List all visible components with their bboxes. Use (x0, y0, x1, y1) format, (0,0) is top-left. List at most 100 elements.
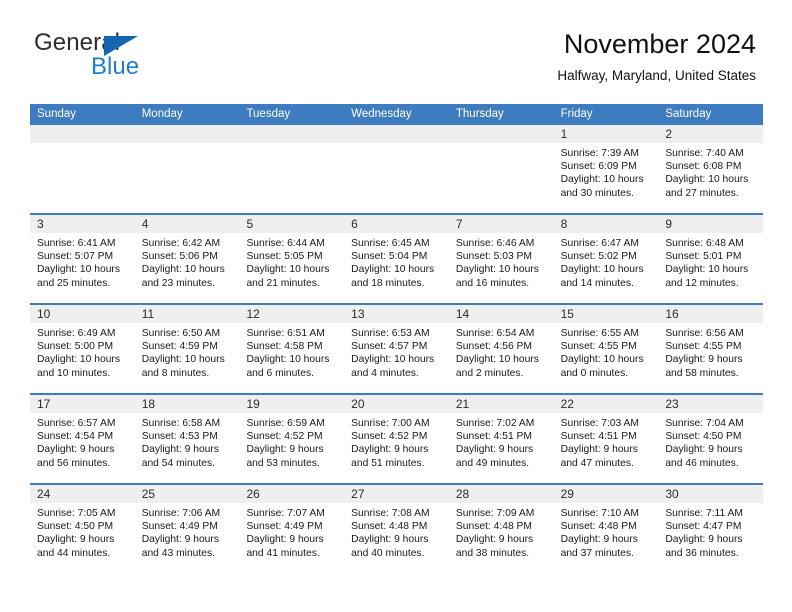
day-cell[interactable]: 22 Sunrise: 7:03 AM Sunset: 4:51 PM Dayligh… (553, 395, 659, 483)
day-detail-line: Daylight: 9 hours (351, 534, 429, 546)
day-cell[interactable]: 9 Sunrise: 6:48 AM Sunset: 5:01 PM Daylight… (658, 215, 764, 303)
day-cell[interactable]: 24 Sunrise: 7:05 AM Sunset: 4:50 PM Dayligh… (30, 485, 135, 573)
day-number: 3 (37, 217, 44, 231)
day-detail-line: Sunrise: 7:40 AM (665, 148, 744, 159)
calendar-week-row: 10 Sunrise: 6:49 AM Sunset: 5:00 PM Dayligh… (30, 303, 764, 393)
day-number: 27 (351, 487, 365, 501)
day-detail-line: Daylight: 9 hours (560, 534, 638, 546)
day-detail-line: Sunrise: 6:41 AM (37, 238, 116, 249)
day-number: 16 (665, 307, 679, 321)
day-details: Sunrise: 6:46 AM Sunset: 5:03 PM Daylight:… (449, 233, 554, 290)
day-cell[interactable]: 3 Sunrise: 6:41 AM Sunset: 5:07 PM Daylight… (30, 215, 135, 303)
day-cell[interactable]: 13 Sunrise: 6:53 AM Sunset: 4:57 PM Dayligh… (344, 305, 449, 393)
day-detail-line: and 14 minutes. (560, 277, 634, 289)
day-detail-line: Daylight: 10 hours (455, 264, 539, 276)
day-detail-line: and 46 minutes. (665, 457, 739, 469)
calendar-grid: Sunday Monday Tuesday Wednesday Thursday Frid… (30, 104, 764, 573)
day-number: 26 (246, 487, 260, 501)
day-detail-line: and 44 minutes. (37, 547, 111, 559)
day-cell[interactable]: 14 Sunrise: 6:54 AM Sunset: 4:56 PM Dayligh… (448, 305, 554, 393)
day-cell[interactable]: 7 Sunrise: 6:46 AM Sunset: 5:03 PM Daylight… (448, 215, 554, 303)
calendar-week-row: 3 Sunrise: 6:41 AM Sunset: 5:07 PM Daylight… (30, 213, 764, 303)
day-details: Sunrise: 6:53 AM Sunset: 4:57 PM Daylight:… (344, 323, 449, 380)
day-detail-line: Daylight: 10 hours (141, 264, 225, 276)
day-cell[interactable]: 17 Sunrise: 6:57 AM Sunset: 4:54 PM Dayligh… (30, 395, 135, 483)
day-detail-line: and 21 minutes. (246, 277, 320, 289)
weekday-header-thursday: Thursday (455, 108, 504, 120)
day-cell[interactable]: 4 Sunrise: 6:42 AM Sunset: 5:06 PM Daylight… (134, 215, 240, 303)
day-cell[interactable]: 25 Sunrise: 7:06 AM Sunset: 4:49 PM Dayligh… (134, 485, 240, 573)
day-number-band (344, 125, 449, 143)
day-details: Sunrise: 6:47 AM Sunset: 5:02 PM Daylight:… (554, 233, 659, 290)
day-detail-line: Daylight: 10 hours (37, 354, 120, 366)
day-cell[interactable]: 1 Sunrise: 7:39 AM Sunset: 6:09 PM Daylight… (553, 125, 659, 213)
day-cell[interactable]: 10 Sunrise: 6:49 AM Sunset: 5:00 PM Dayligh… (30, 305, 135, 393)
day-cell[interactable]: 8 Sunrise: 6:47 AM Sunset: 5:02 PM Daylight… (553, 215, 659, 303)
day-detail-line: and 43 minutes. (141, 547, 215, 559)
day-detail-line: and 47 minutes. (560, 457, 634, 469)
day-number-band: 24 (30, 485, 135, 503)
day-cell[interactable]: 6 Sunrise: 6:45 AM Sunset: 5:04 PM Daylight… (344, 215, 449, 303)
day-number: 23 (665, 397, 679, 411)
day-cell[interactable]: 26 Sunrise: 7:07 AM Sunset: 4:49 PM Dayligh… (239, 485, 345, 573)
day-detail-line: Sunset: 4:57 PM (351, 341, 428, 353)
day-detail-line: Daylight: 10 hours (351, 264, 435, 276)
day-details: Sunrise: 7:02 AM Sunset: 4:51 PM Daylight:… (449, 413, 554, 470)
day-number: 18 (141, 397, 156, 411)
day-cell[interactable]: 18 Sunrise: 6:58 AM Sunset: 4:53 PM Dayligh… (134, 395, 240, 483)
day-number-band: 12 (239, 305, 345, 323)
day-detail-line: Sunset: 4:53 PM (141, 431, 218, 443)
day-detail-line: Sunset: 4:50 PM (665, 431, 742, 443)
day-cell[interactable]: 2 Sunrise: 7:40 AM Sunset: 6:08 PM Daylight… (658, 125, 764, 213)
day-number-band (134, 125, 240, 143)
day-detail-line: Sunrise: 6:59 AM (246, 418, 325, 429)
weekday-header-sunday: Sunday (37, 108, 77, 120)
day-detail-line: and 4 minutes. (351, 367, 419, 379)
day-cell[interactable]: 27 Sunrise: 7:08 AM Sunset: 4:48 PM Dayligh… (344, 485, 449, 573)
day-detail-line: Sunrise: 7:02 AM (455, 418, 535, 429)
day-detail-line: Daylight: 9 hours (455, 534, 534, 546)
weekday-header-friday: Friday (560, 108, 593, 120)
day-cell[interactable]: 5 Sunrise: 6:44 AM Sunset: 5:05 PM Daylight… (239, 215, 345, 303)
day-detail-line: Sunrise: 6:53 AM (351, 328, 430, 339)
day-detail-line: Daylight: 10 hours (246, 264, 330, 276)
calendar-weeks: 1 Sunrise: 7:39 AM Sunset: 6:09 PM Daylight… (30, 125, 764, 573)
day-number-band: 20 (344, 395, 449, 413)
day-number: 7 (455, 217, 463, 231)
day-number-band: 11 (134, 305, 240, 323)
day-cell[interactable]: 23 Sunrise: 7:04 AM Sunset: 4:50 PM Dayligh… (658, 395, 764, 483)
day-cell[interactable]: 20 Sunrise: 7:00 AM Sunset: 4:52 PM Dayligh… (344, 395, 449, 483)
day-detail-line: Sunset: 4:49 PM (246, 521, 323, 533)
day-cell[interactable]: 21 Sunrise: 7:02 AM Sunset: 4:51 PM Dayligh… (448, 395, 554, 483)
day-detail-line: Daylight: 10 hours (665, 174, 749, 186)
day-cell-empty (239, 125, 345, 213)
day-cell[interactable]: 11 Sunrise: 6:50 AM Sunset: 4:59 PM Dayligh… (134, 305, 240, 393)
day-details: Sunrise: 6:42 AM Sunset: 5:06 PM Daylight:… (135, 233, 240, 290)
day-cell[interactable]: 19 Sunrise: 6:59 AM Sunset: 4:52 PM Dayligh… (239, 395, 345, 483)
day-cell[interactable]: 12 Sunrise: 6:51 AM Sunset: 4:58 PM Dayligh… (239, 305, 345, 393)
day-number: 14 (455, 307, 470, 321)
day-details: Sunrise: 7:06 AM Sunset: 4:49 PM Daylight:… (135, 503, 240, 560)
day-number-band: 22 (553, 395, 659, 413)
day-number: 29 (560, 487, 574, 501)
day-number-band: 25 (134, 485, 240, 503)
day-cell[interactable]: 29 Sunrise: 7:10 AM Sunset: 4:48 PM Dayligh… (553, 485, 659, 573)
day-detail-line: and 23 minutes. (141, 277, 215, 289)
day-number: 17 (37, 397, 51, 411)
day-cell[interactable]: 15 Sunrise: 6:55 AM Sunset: 4:55 PM Dayligh… (553, 305, 659, 393)
day-cell[interactable]: 30 Sunrise: 7:11 AM Sunset: 4:47 PM Dayligh… (658, 485, 764, 573)
day-number-band: 28 (448, 485, 554, 503)
day-detail-line: and 12 minutes. (665, 277, 739, 289)
day-detail-line: Sunrise: 7:05 AM (37, 508, 116, 519)
day-detail-line: Daylight: 9 hours (665, 534, 743, 546)
day-cell[interactable]: 16 Sunrise: 6:56 AM Sunset: 4:55 PM Dayligh… (658, 305, 764, 393)
day-number-band: 26 (239, 485, 345, 503)
day-details: Sunrise: 7:10 AM Sunset: 4:48 PM Daylight:… (554, 503, 659, 560)
calendar-week-row: 17 Sunrise: 6:57 AM Sunset: 4:54 PM Dayligh… (30, 393, 764, 483)
day-details: Sunrise: 7:08 AM Sunset: 4:48 PM Daylight:… (344, 503, 449, 560)
day-details: Sunrise: 7:40 AM Sunset: 6:08 PM Daylight:… (658, 143, 763, 200)
day-detail-line: Daylight: 10 hours (560, 264, 644, 276)
day-cell[interactable]: 28 Sunrise: 7:09 AM Sunset: 4:48 PM Dayligh… (448, 485, 554, 573)
day-details: Sunrise: 7:03 AM Sunset: 4:51 PM Daylight:… (554, 413, 659, 470)
day-cell-empty (134, 125, 240, 213)
